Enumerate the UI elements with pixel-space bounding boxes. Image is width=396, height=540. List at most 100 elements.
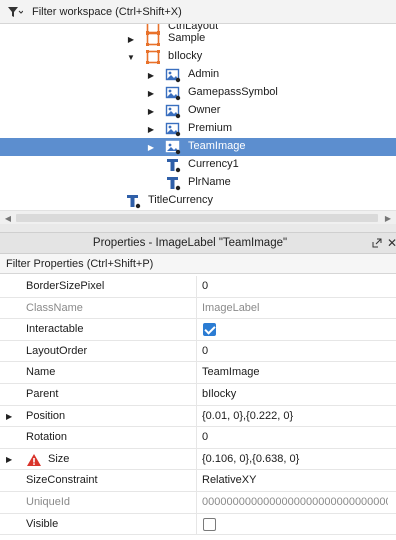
- column-divider: [196, 513, 197, 535]
- tree-item-label: Sample: [168, 32, 206, 44]
- tree-item-owner[interactable]: ▶ Owner: [0, 102, 396, 120]
- properties-filter-bar[interactable]: Filter Properties (Ctrl+Shift+P): [0, 254, 396, 274]
- imagelabel-icon: [165, 140, 181, 155]
- property-row-visible[interactable]: Visible: [0, 513, 396, 536]
- row-gutter: [0, 427, 20, 448]
- property-row-interactable[interactable]: Interactable: [0, 319, 396, 341]
- imagelabel-icon: [165, 104, 181, 119]
- property-name: Name: [26, 366, 56, 379]
- property-row-position[interactable]: ▶ Position {0.01, 0},{0.222, 0}: [0, 405, 396, 428]
- property-name: Rotation: [26, 431, 67, 444]
- column-divider: [196, 384, 197, 405]
- property-value: ImageLabel: [202, 301, 260, 314]
- interactable-checkbox[interactable]: [203, 323, 216, 337]
- visible-checkbox[interactable]: [203, 517, 216, 531]
- property-value[interactable]: {0.106, 0},{0.638, 0}: [202, 453, 388, 465]
- property-value: 00000000000000000000000000000000: [202, 496, 388, 508]
- explorer-horizontal-scrollbar[interactable]: ◀ ▶: [0, 210, 396, 224]
- property-name: BorderSizePixel: [26, 280, 105, 292]
- undock-icon[interactable]: [372, 238, 382, 248]
- frame-icon: [146, 50, 160, 64]
- property-row-layoutorder[interactable]: LayoutOrder 0: [0, 340, 396, 363]
- property-row-rotation[interactable]: Rotation 0: [0, 427, 396, 449]
- row-gutter: [0, 362, 20, 383]
- column-divider: [196, 405, 197, 427]
- column-divider: [196, 427, 197, 448]
- property-row-sizeconstraint[interactable]: SizeConstraint RelativeXY: [0, 470, 396, 492]
- property-row-parent[interactable]: Parent bIlocky: [0, 384, 396, 406]
- column-divider: [196, 492, 197, 513]
- row-gutter: [0, 384, 20, 405]
- tree-item-label: bIlocky: [168, 50, 203, 62]
- property-value[interactable]: {0.01, 0},{0.222, 0}: [202, 410, 388, 422]
- property-name: UniqueId: [26, 496, 71, 508]
- expand-arrow-icon[interactable]: ▶: [6, 412, 12, 421]
- scrollbar-thumb[interactable]: [16, 214, 378, 222]
- property-name: SizeConstraint: [26, 474, 98, 487]
- column-divider: [196, 448, 197, 470]
- tree-item-label: GamepassSymbol: [188, 86, 278, 98]
- properties-filter-input[interactable]: Filter Properties (Ctrl+Shift+P): [6, 258, 153, 270]
- row-gutter: [0, 319, 20, 340]
- imagelabel-icon: [165, 122, 181, 137]
- collapse-arrow-icon[interactable]: ▼: [126, 48, 136, 66]
- tree-item-label: PlrName: [188, 176, 231, 188]
- row-gutter: [0, 297, 20, 319]
- row-gutter: [0, 340, 20, 362]
- explorer-tree: CtrlLayout ▶ Sample ▼ bIlocky ▶ Admin ▶ …: [0, 24, 396, 210]
- tree-item-admin[interactable]: ▶ Admin: [0, 66, 396, 84]
- tree-item-bilocky[interactable]: ▼ bIlocky: [0, 48, 396, 66]
- textlabel-icon: [167, 159, 181, 173]
- tree-item-sample[interactable]: ▶ Sample: [0, 30, 396, 48]
- tree-item-gamepasssymbol[interactable]: ▶ GamepassSymbol: [0, 84, 396, 102]
- property-value[interactable]: 0: [202, 280, 388, 292]
- column-divider: [196, 319, 197, 340]
- textlabel-icon: [127, 195, 141, 209]
- property-row-bordersizepixel[interactable]: BorderSizePixel 0: [0, 276, 396, 298]
- property-value[interactable]: TeamImage: [202, 366, 388, 378]
- property-value[interactable]: RelativeXY: [202, 474, 388, 486]
- property-name: Visible: [26, 517, 59, 530]
- filter-funnel-icon[interactable]: [4, 0, 26, 24]
- properties-grid: BorderSizePixel 0 ClassName ImageLabel I…: [0, 276, 396, 540]
- scroll-right-icon[interactable]: ▶: [381, 211, 395, 225]
- close-icon[interactable]: ✕: [387, 236, 396, 250]
- expand-arrow-icon[interactable]: ▶: [146, 120, 156, 138]
- property-row-name[interactable]: Name TeamImage: [0, 362, 396, 384]
- frame-icon: [146, 32, 160, 46]
- property-value[interactable]: 0: [202, 431, 388, 443]
- property-row-size[interactable]: ▶ Size {0.106, 0},{0.638, 0}: [0, 448, 396, 471]
- tree-item-label: Premium: [188, 122, 233, 134]
- column-divider: [196, 276, 197, 297]
- expand-arrow-icon[interactable]: ▶: [146, 84, 156, 102]
- explorer-filter-bar[interactable]: Filter workspace (Ctrl+Shift+X): [0, 0, 396, 24]
- explorer-filter-input[interactable]: Filter workspace (Ctrl+Shift+X): [32, 6, 182, 18]
- property-name: Interactable: [26, 323, 84, 336]
- tree-item-currency1[interactable]: Currency1: [0, 156, 396, 174]
- imagelabel-icon: [165, 86, 181, 101]
- expand-arrow-icon[interactable]: ▶: [6, 455, 12, 464]
- property-name: LayoutOrder: [26, 344, 88, 357]
- scroll-left-icon[interactable]: ◀: [1, 211, 15, 225]
- property-row-uniqueid[interactable]: UniqueId 0000000000000000000000000000000…: [0, 492, 396, 514]
- expand-arrow-icon[interactable]: ▶: [146, 66, 156, 84]
- column-divider: [196, 297, 197, 319]
- property-row-classname[interactable]: ClassName ImageLabel: [0, 297, 396, 320]
- panel-divider[interactable]: [0, 224, 396, 232]
- property-name: Parent: [26, 388, 59, 400]
- tree-item-label: Admin: [188, 68, 220, 80]
- row-gutter: [0, 492, 20, 513]
- property-value[interactable]: bIlocky: [202, 388, 388, 400]
- expand-arrow-icon[interactable]: ▶: [126, 30, 136, 48]
- tree-item-plrname[interactable]: PlrName: [0, 174, 396, 192]
- expand-arrow-icon[interactable]: ▶: [146, 138, 156, 156]
- row-gutter: [0, 470, 20, 491]
- column-divider: [196, 362, 197, 383]
- column-divider: [196, 340, 197, 362]
- property-value[interactable]: 0: [202, 345, 388, 357]
- tree-item-premium[interactable]: ▶ Premium: [0, 120, 396, 138]
- tree-item-teamimage[interactable]: ▶ TeamImage: [0, 138, 396, 156]
- expand-arrow-icon[interactable]: ▶: [146, 102, 156, 120]
- tree-item-titlecurrency[interactable]: TitleCurrency: [0, 192, 396, 210]
- properties-title: Properties - ImageLabel "TeamImage": [92, 237, 288, 249]
